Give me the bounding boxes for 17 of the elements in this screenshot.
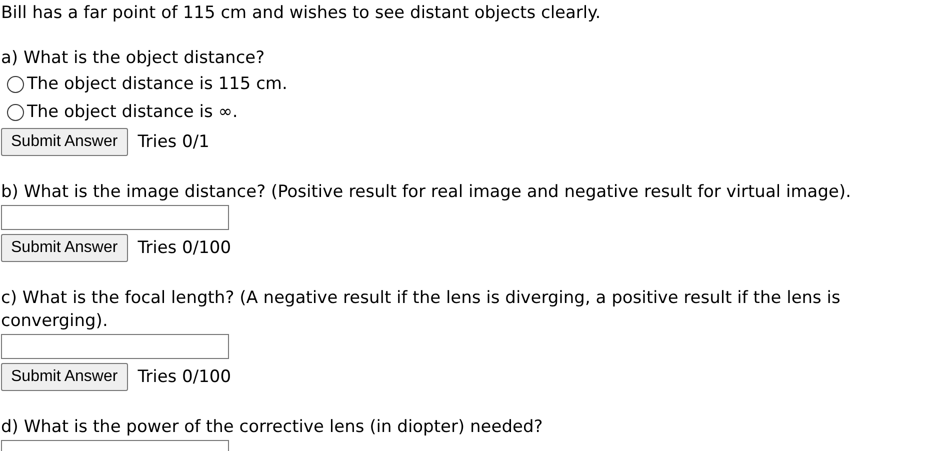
tries-counter: Tries 0/100 <box>138 366 232 388</box>
option-label: The object distance is ∞. <box>27 100 238 124</box>
answer-field[interactable] <box>1 205 229 230</box>
tries-counter: Tries 0/100 <box>138 236 232 260</box>
submit-answer-button[interactable]: Submit Answer <box>1 128 128 156</box>
question-text: d) What is the power of the corrective lens (in diopter) needed? <box>1 416 544 439</box>
question-text: a) What is the object distance? <box>1 47 266 70</box>
radio-button[interactable] <box>7 104 24 120</box>
radio-button[interactable] <box>7 76 24 92</box>
question-text: c) What is the focal length? (A negative result if the lens is diverging, a positive result if the lens is converging). <box>1 287 842 333</box>
answer-field[interactable] <box>1 334 229 359</box>
submit-answer-button[interactable]: Submit Answer <box>1 234 128 262</box>
submit-answer-button[interactable]: Submit Answer <box>1 363 128 391</box>
question-text: b) What is the image distance? (Positive result for real image and negative result for virtual image). <box>1 181 852 204</box>
problem-statement: Bill has a far point of 115 cm and wishes to see distant objects clearly. <box>1 2 602 25</box>
tries-counter: Tries 0/1 <box>138 130 210 154</box>
option-label: The object distance is 115 cm. <box>27 72 288 96</box>
